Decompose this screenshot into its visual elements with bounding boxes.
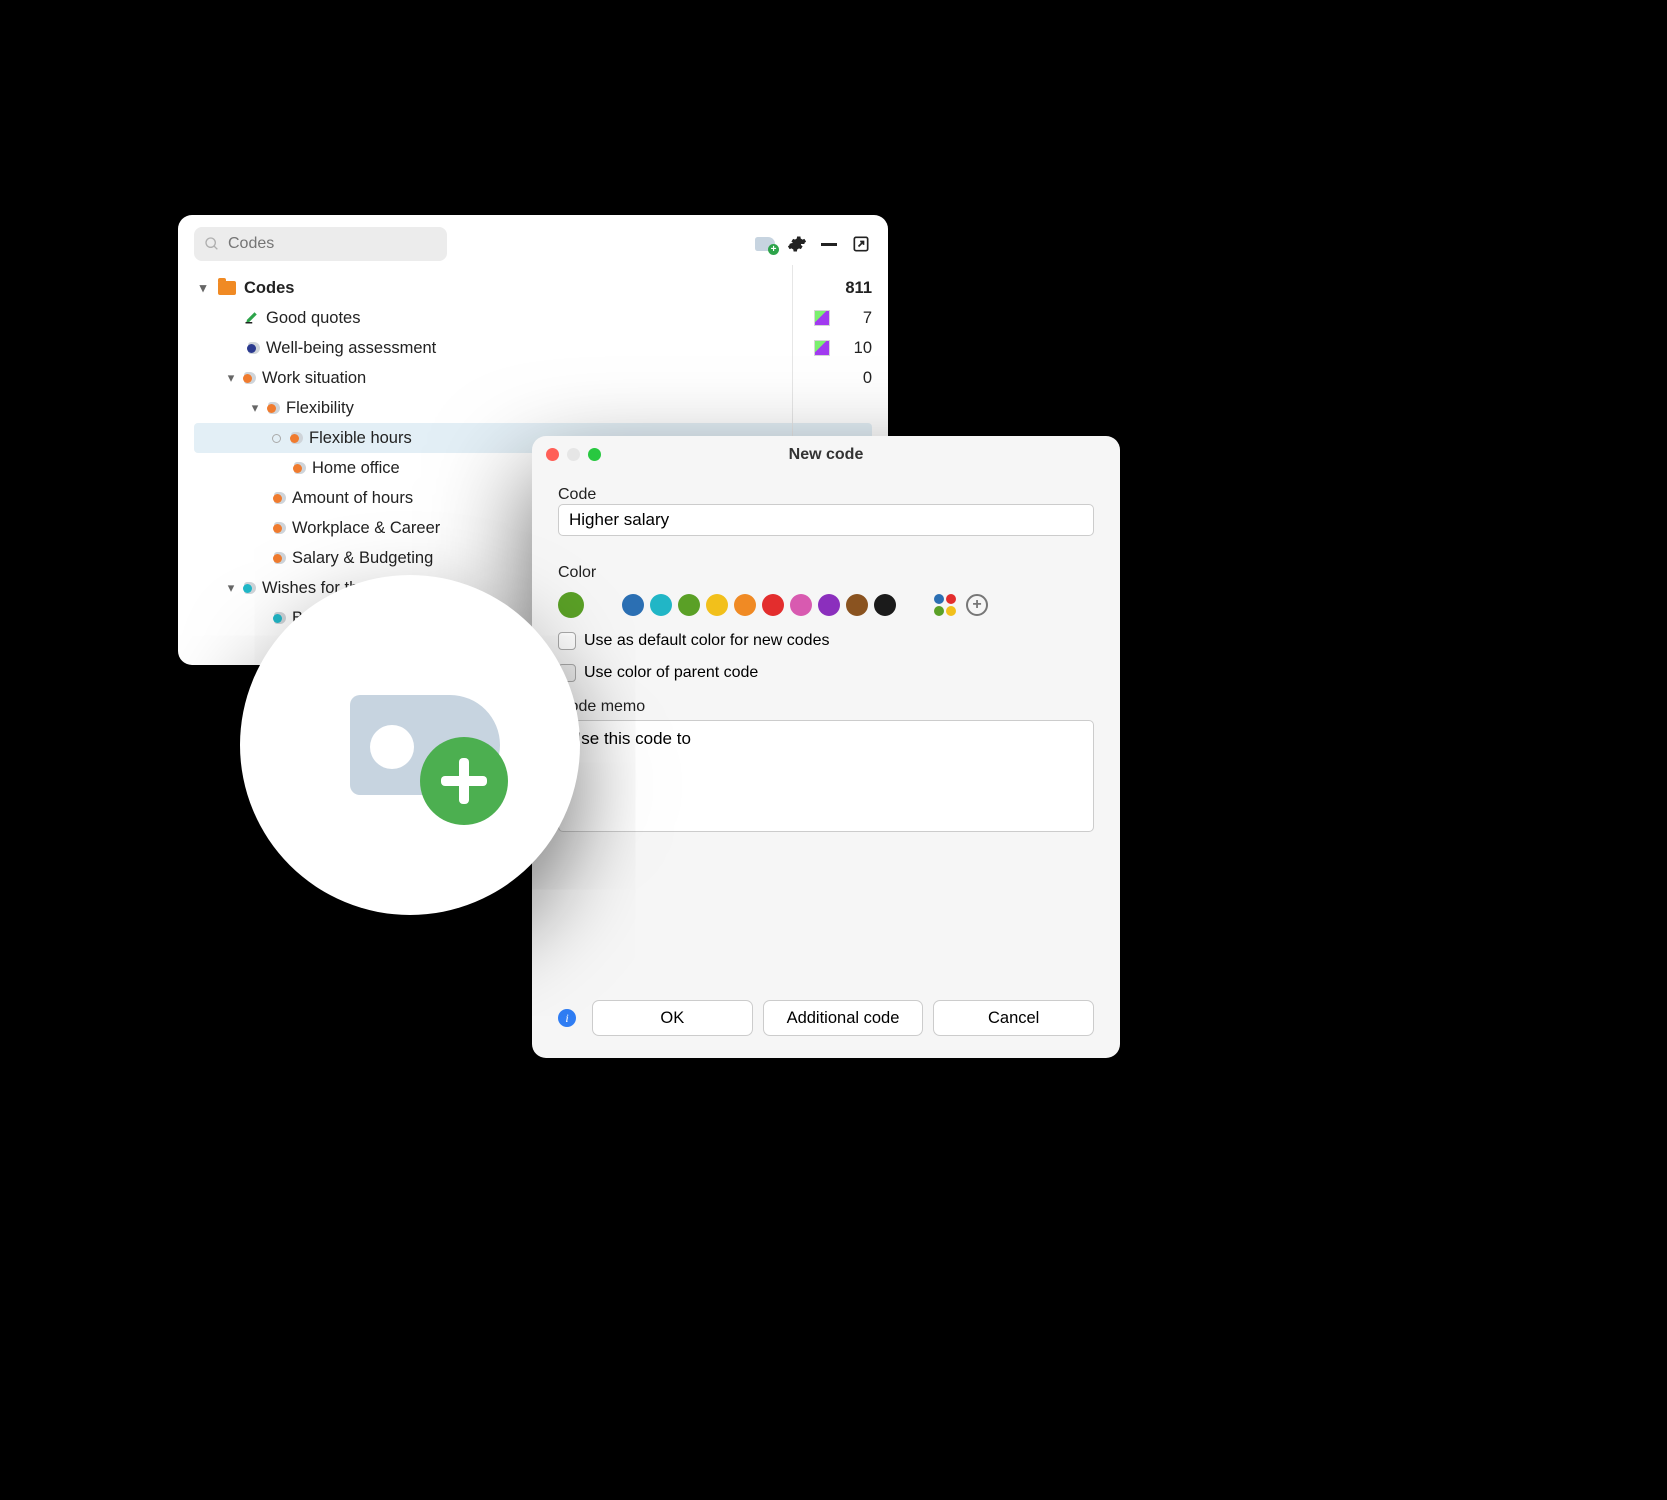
highlighter-icon [244,307,266,330]
minimize-icon[interactable] [818,233,840,255]
root-count: 811 [830,279,872,298]
memo-textarea[interactable] [558,720,1094,832]
memo-badge-icon [814,310,830,326]
item-label: Work situation [262,369,830,388]
tag-icon [320,685,500,805]
tag-icon [244,342,260,354]
tag-icon [270,492,286,504]
additional-code-button[interactable]: Additional code [763,1000,924,1036]
color-swatch[interactable] [706,594,728,616]
color-picker: + [558,592,1094,618]
tree-item-wellbeing[interactable]: Well-being assessment 10 [194,333,872,363]
tag-icon [287,432,303,444]
add-code-icon[interactable]: + [754,233,776,255]
color-swatch[interactable] [734,594,756,616]
color-swatch[interactable] [846,594,868,616]
item-count: 10 [830,339,872,358]
selected-color-swatch[interactable] [558,592,584,618]
minimize-window-icon[interactable] [567,448,580,461]
tree-item-flexibility[interactable]: ▾ Flexibility [194,393,872,423]
close-window-icon[interactable] [546,448,559,461]
color-swatch[interactable] [818,594,840,616]
code-field-label: Code [558,486,1094,500]
memo-field-label: Code memo [558,698,1094,716]
color-field-label: Color [558,564,1094,582]
item-label: Good quotes [266,309,814,328]
new-code-dialog: New code Code Color + Use as default col… [532,436,1120,1058]
plus-icon [420,737,508,825]
bullet-hollow-icon [272,434,281,443]
memo-badge-icon [814,340,830,356]
tag-icon [240,582,256,594]
chevron-down-icon[interactable]: ▾ [246,400,264,416]
add-color-icon[interactable]: + [966,594,988,616]
default-color-checkbox[interactable] [558,632,576,650]
item-count: 7 [830,309,872,328]
dialog-titlebar: New code [532,436,1120,474]
color-swatch[interactable] [678,594,700,616]
tag-icon [290,462,306,474]
tree-item-work-situation[interactable]: ▾ Work situation 0 [194,363,872,393]
chevron-down-icon[interactable]: ▾ [194,280,212,296]
root-label: Codes [244,279,830,298]
color-swatch[interactable] [622,594,644,616]
add-code-badge [240,575,580,915]
default-color-label: Use as default color for new codes [584,632,829,650]
item-count: 0 [830,369,872,388]
tree-item-good-quotes[interactable]: Good quotes 7 [194,303,872,333]
gear-icon[interactable] [786,233,808,255]
item-label: Well-being assessment [266,339,814,358]
code-name-input[interactable] [558,504,1094,536]
zoom-window-icon[interactable] [588,448,601,461]
info-icon[interactable]: i [558,1009,576,1027]
ok-button[interactable]: OK [592,1000,753,1036]
tree-root[interactable]: ▾ Codes 811 [194,273,872,303]
popout-icon[interactable] [850,233,872,255]
color-swatch[interactable] [790,594,812,616]
search-input[interactable] [226,234,437,254]
more-colors-icon[interactable] [934,594,956,616]
tag-icon [240,372,256,384]
color-swatch[interactable] [874,594,896,616]
tag-icon [270,552,286,564]
search-input-wrapper[interactable] [194,227,447,261]
color-swatch[interactable] [762,594,784,616]
cancel-button[interactable]: Cancel [933,1000,1094,1036]
tag-icon [270,612,286,624]
dialog-title: New code [789,446,864,464]
tag-icon [270,522,286,534]
item-label: Flexibility [286,399,830,418]
tag-icon [264,402,280,414]
chevron-down-icon[interactable]: ▾ [222,370,240,386]
chevron-down-icon[interactable]: ▾ [222,580,240,596]
color-swatch[interactable] [650,594,672,616]
parent-color-label: Use color of parent code [584,664,758,682]
search-icon [204,236,220,252]
folder-icon [218,281,236,295]
